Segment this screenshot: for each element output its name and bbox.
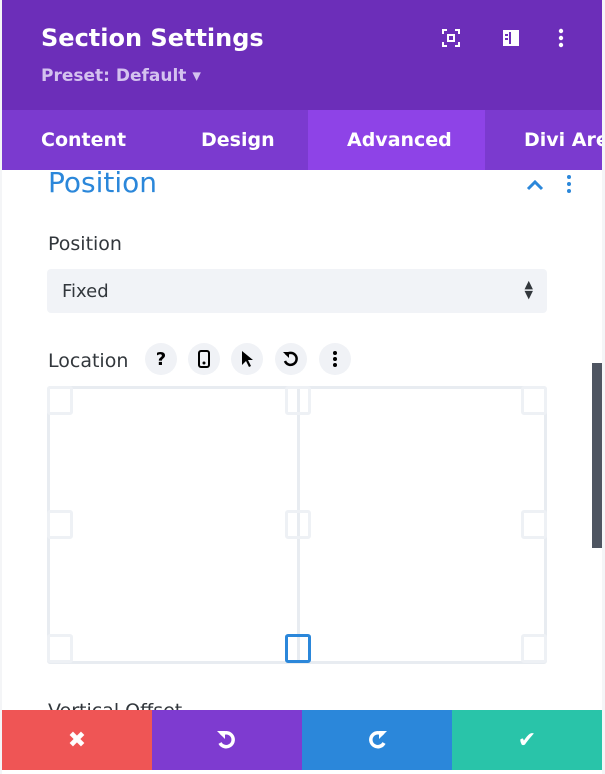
- more-vertical-icon[interactable]: [549, 26, 573, 50]
- undo-button[interactable]: [152, 710, 302, 770]
- position-select[interactable]: Fixed ▲ ▼: [47, 269, 547, 313]
- location-label: Location: [48, 350, 129, 372]
- undo-icon: [217, 730, 235, 749]
- cancel-button[interactable]: ✖: [2, 710, 152, 770]
- redo-icon: [369, 730, 387, 749]
- location-center[interactable]: [285, 510, 311, 539]
- check-icon: ✔: [517, 727, 537, 753]
- cursor-icon[interactable]: [231, 343, 263, 375]
- scrollbar[interactable]: [592, 363, 602, 548]
- focus-icon[interactable]: [439, 26, 463, 50]
- redo-button[interactable]: [302, 710, 452, 770]
- close-icon: ✖: [67, 727, 87, 753]
- location-grid[interactable]: [47, 386, 547, 664]
- location-center-left[interactable]: [47, 510, 73, 539]
- tab-advanced[interactable]: Advanced: [308, 110, 485, 170]
- section-title[interactable]: Position: [48, 166, 157, 199]
- tab-bar: Content Design Advanced Divi Are: [2, 110, 602, 170]
- chevron-up-icon[interactable]: [526, 176, 544, 195]
- reset-icon[interactable]: [275, 343, 307, 375]
- tab-design[interactable]: Design: [160, 110, 308, 170]
- location-top-left[interactable]: [47, 386, 73, 415]
- location-top-right[interactable]: [521, 386, 547, 415]
- save-button[interactable]: ✔: [452, 710, 602, 770]
- settings-panel: Section Settings Preset: Default ▾ Conte…: [2, 0, 602, 774]
- footer-actions: ✖ ✔: [2, 710, 602, 770]
- location-top-center[interactable]: [285, 386, 311, 415]
- header: Section Settings Preset: Default ▾: [2, 0, 602, 110]
- position-value: Fixed: [62, 281, 109, 302]
- select-arrows-icon: ▲ ▼: [524, 278, 533, 301]
- location-bottom-right[interactable]: [521, 634, 547, 663]
- tab-divi-areas[interactable]: Divi Are: [485, 110, 602, 170]
- tab-content[interactable]: Content: [2, 110, 160, 170]
- location-bottom-center[interactable]: [285, 634, 311, 663]
- content: Position Position Fixed▲▼ Location ? Ver…: [2, 166, 602, 722]
- mobile-icon[interactable]: [188, 343, 220, 375]
- section-more-icon[interactable]: [566, 174, 572, 198]
- sidebar-toggle-icon[interactable]: [499, 26, 523, 50]
- more-vertical-icon[interactable]: [319, 343, 351, 375]
- help-icon[interactable]: ?: [145, 343, 177, 375]
- page-title: Section Settings: [41, 24, 264, 52]
- preset-dropdown[interactable]: Preset: Default ▾: [41, 66, 201, 86]
- location-center-right[interactable]: [521, 510, 547, 539]
- location-bottom-left[interactable]: [47, 634, 73, 663]
- position-label: Position: [48, 233, 122, 255]
